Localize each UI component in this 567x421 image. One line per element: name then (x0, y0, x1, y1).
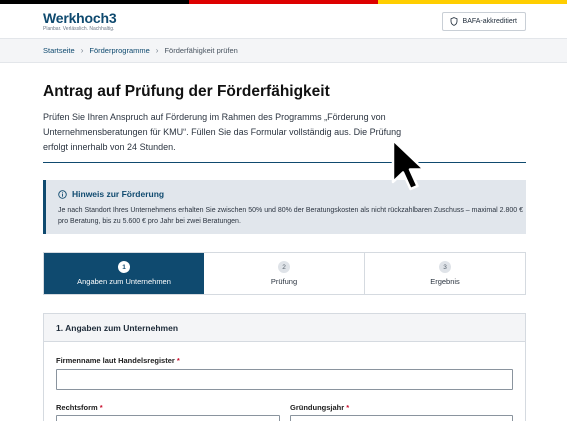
title-divider (43, 162, 526, 163)
legal-form-label: Rechtsform * (56, 403, 103, 412)
notice-body: Je nach Standort Ihres Unternehmens erha… (58, 207, 523, 225)
breadcrumb: Startseite › Förderprogramme › Förderfäh… (43, 46, 238, 55)
company-name-label-text: Firmenname laut Handelsregister (56, 356, 175, 365)
founding-year-label-text: Gründungsjahr (290, 403, 345, 412)
shield-icon (450, 17, 457, 26)
funding-notice: Hinweis zur Förderung Je nach Standort I… (43, 180, 526, 234)
legal-form-select[interactable] (56, 415, 280, 421)
logo-tagline: Planbar. Verlässlich. Nachhaltig. (43, 26, 115, 32)
step-number: 1 (118, 261, 130, 273)
step-number: 3 (439, 261, 451, 273)
founding-year-input[interactable] (290, 415, 513, 421)
step-number: 2 (278, 261, 290, 273)
breadcrumb-home[interactable]: Startseite (43, 46, 75, 55)
required-marker: * (346, 403, 350, 412)
step-result[interactable]: 3 Ergebnis (365, 253, 525, 294)
logo-name: Werkhoch3 (43, 10, 117, 26)
step-label: Prüfung (270, 277, 298, 286)
step-label: Angaben zum Unternehmen (77, 277, 171, 286)
form-section-title: 1. Angaben zum Unternehmen (44, 314, 525, 342)
progress-steps: 1 Angaben zum Unternehmen 2 Prüfung 3 Er… (43, 252, 526, 295)
step-review[interactable]: 2 Prüfung (204, 253, 365, 294)
founding-year-label: Gründungsjahr * (290, 403, 349, 412)
intro-text: Prüfen Sie Ihren Anspruch auf Förderung … (43, 112, 402, 152)
step-company-details[interactable]: 1 Angaben zum Unternehmen (44, 253, 204, 294)
company-name-label: Firmenname laut Handelsregister * (56, 356, 180, 365)
notice-title: Hinweis zur Förderung (72, 189, 165, 199)
breadcrumb-current: Förderfähigkeit prüfen (164, 46, 238, 55)
breadcrumb-separator: › (80, 46, 84, 55)
company-name-input[interactable] (56, 369, 513, 390)
required-marker: * (176, 356, 180, 365)
logo[interactable]: Werkhoch3 Planbar. Verlässlich. Nachhalt… (43, 10, 117, 33)
company-form: 1. Angaben zum Unternehmen Firmenname la… (43, 313, 526, 421)
page-title: Antrag auf Prüfung der Förderfähigkeit (43, 83, 330, 100)
info-icon (58, 189, 67, 199)
bafa-badge: BAFA-akkreditiert (441, 12, 526, 31)
breadcrumb-programs[interactable]: Förderprogramme (89, 46, 149, 55)
mouse-cursor-icon (391, 138, 426, 191)
legal-form-label-text: Rechtsform (56, 403, 98, 412)
breadcrumb-separator: › (155, 46, 159, 55)
badge-label: BAFA-akkreditiert (462, 18, 517, 25)
breadcrumb-bar: Startseite › Förderprogramme › Förderfäh… (0, 39, 567, 63)
top-header: Werkhoch3 Planbar. Verlässlich. Nachhalt… (0, 4, 567, 39)
step-label: Ergebnis (430, 277, 460, 286)
required-marker: * (99, 403, 103, 412)
notice-header: Hinweis zur Förderung (58, 189, 164, 199)
